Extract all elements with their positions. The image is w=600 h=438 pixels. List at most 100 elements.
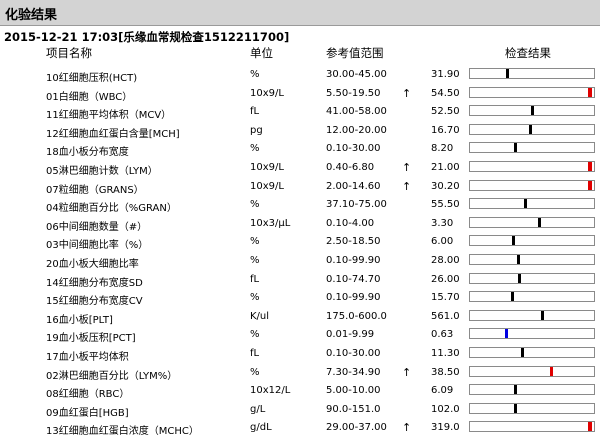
test-value: 11.30 [431, 347, 460, 359]
result-marker [529, 124, 532, 134]
result-marker [511, 292, 514, 302]
table-row[interactable]: 20血小板大细胞比率% 0.10-99.90 28.00 [0, 252, 600, 271]
test-unit: % [250, 199, 260, 211]
report-heading: 2015-12-21 17:03[乐缘血常规检查1512211700] [4, 30, 290, 44]
result-marker [512, 236, 515, 246]
table-row[interactable]: 09血红蛋白[HGB] g/L 90.0-151.0 102.0 [0, 401, 600, 420]
test-name: 18血小板分布宽度 [46, 147, 129, 159]
test-unit: % [250, 292, 260, 304]
result-gauge [469, 309, 595, 321]
result-marker [588, 422, 592, 432]
column-header-unit: 单位 [250, 46, 273, 60]
table-row[interactable]: 19血小板压积[PCT]% 0.01-9.99 0.63 [0, 326, 600, 345]
reference-range: 0.10-99.90 [326, 254, 381, 266]
test-value: 3.30 [431, 217, 454, 229]
result-marker [531, 106, 534, 116]
test-value: 52.50 [431, 106, 460, 118]
table-row[interactable]: 06中间细胞数量（#） 10x3/μL 0.10-4.00 3.30 [0, 215, 600, 234]
test-name: 05淋巴细胞计数（LYM） [46, 165, 158, 177]
table-row[interactable]: 12红细胞血红蛋白含量[MCH] pg 12.00-20.00 16.70 [0, 122, 600, 141]
high-flag-arrow: ↑ [402, 86, 412, 100]
test-value: 55.50 [431, 199, 460, 211]
result-gauge [469, 198, 595, 210]
reference-range: 0.10-4.00 [326, 217, 375, 229]
reference-range: 5.50-19.50 [326, 87, 381, 99]
results-table: 10红细胞压积(HCT)% 30.00-45.00 31.90 01白细胞（WBC） 1… [0, 66, 600, 438]
table-row[interactable]: 14红细胞分布宽度SD fL 0.10-74.70 26.00 [0, 271, 600, 290]
table-row[interactable]: 17血小板平均体积 fL 0.10-30.00 11.30 [0, 345, 600, 364]
test-name: 19血小板压积[PCT] [46, 333, 136, 345]
result-marker [524, 199, 527, 209]
reference-range: 30.00-45.00 [326, 69, 387, 80]
table-row[interactable]: 16血小板[PLT] K/ul 175.0-600.0 561.0 [0, 308, 600, 327]
test-name: 10红细胞压积(HCT) [46, 73, 138, 84]
test-unit: % [250, 254, 260, 266]
reference-range: 0.40-6.80 [326, 161, 375, 173]
result-gauge [469, 68, 595, 79]
column-header-ref: 参考值范围 [326, 46, 384, 60]
reference-range: 5.00-10.00 [326, 385, 381, 397]
reference-range: 12.00-20.00 [326, 124, 387, 136]
test-unit: pg [250, 124, 263, 136]
result-gauge [469, 86, 595, 98]
result-marker [541, 310, 544, 320]
table-row[interactable]: 07粒细胞（GRANS） 10x9/L 2.00-14.60 ↑ 30.20 [0, 178, 600, 197]
reference-range: 2.50-18.50 [326, 236, 381, 248]
table-row[interactable]: 08红细胞（RBC） 10x12/L 5.00-10.00 6.09 [0, 382, 600, 401]
test-value: 319.0 [431, 422, 460, 434]
result-marker [506, 69, 509, 78]
table-row[interactable]: 11红细胞平均体积（MCV） fL 41.00-58.00 52.50 [0, 103, 600, 122]
table-row[interactable]: 10红细胞压积(HCT)% 30.00-45.00 31.90 [0, 66, 600, 85]
table-row[interactable]: 02淋巴细胞百分比（LYM%）% 7.30-34.90 ↑ 38.50 [0, 364, 600, 383]
result-gauge [469, 365, 595, 377]
result-marker [514, 403, 517, 413]
result-gauge [469, 179, 595, 191]
test-value: 6.09 [431, 385, 454, 397]
result-gauge [469, 346, 595, 358]
test-value: 561.0 [431, 310, 460, 322]
reference-range: 0.10-74.70 [326, 273, 381, 285]
reference-range: 175.0-600.0 [326, 310, 387, 322]
reference-range: 0.10-30.00 [326, 347, 381, 359]
result-gauge [469, 142, 595, 154]
reference-range: 90.0-151.0 [326, 403, 381, 415]
test-name: 08红细胞（RBC） [46, 389, 130, 401]
result-gauge [469, 272, 595, 284]
high-flag-arrow: ↑ [402, 160, 412, 174]
table-row[interactable]: 04粒细胞百分比（%GRAN）% 37.10-75.00 55.50 [0, 196, 600, 215]
reference-range: 7.30-34.90 [326, 366, 381, 378]
test-unit: % [250, 366, 260, 378]
reference-range: 2.00-14.60 [326, 180, 381, 192]
result-marker [505, 329, 508, 339]
window-titlebar: 化验结果 [0, 0, 600, 26]
result-gauge [469, 384, 595, 396]
test-value: 30.20 [431, 180, 460, 192]
result-marker [521, 347, 524, 357]
table-row[interactable]: 05淋巴细胞计数（LYM） 10x9/L 0.40-6.80 ↑ 21.00 [0, 159, 600, 178]
test-name: 11红细胞平均体积（MCV） [46, 110, 172, 122]
result-gauge [469, 105, 595, 117]
test-unit: % [250, 143, 260, 155]
test-value: 6.00 [431, 236, 454, 248]
test-value: 0.63 [431, 329, 454, 341]
test-value: 15.70 [431, 292, 460, 304]
high-flag-arrow: ↑ [402, 421, 412, 435]
result-marker [538, 217, 541, 227]
test-value: 38.50 [431, 366, 460, 378]
table-row[interactable]: 15红细胞分布宽度CV% 0.10-99.90 15.70 [0, 289, 600, 308]
reference-range: 0.01-9.99 [326, 329, 375, 341]
table-row[interactable]: 01白细胞（WBC） 10x9/L 5.50-19.50 ↑ 54.50 [0, 85, 600, 104]
high-flag-arrow: ↑ [402, 365, 412, 379]
test-name: 02淋巴细胞百分比（LYM%） [46, 370, 178, 382]
table-row[interactable]: 13红细胞血红蛋白浓度（MCHC） g/dL 29.00-37.00 ↑ 319.0 [0, 419, 600, 438]
reference-range: 0.10-99.90 [326, 292, 381, 304]
test-unit: 10x12/L [250, 385, 291, 397]
test-value: 28.00 [431, 254, 460, 266]
table-row[interactable]: 03中间细胞比率（%）% 2.50-18.50 6.00 [0, 233, 600, 252]
reference-range: 37.10-75.00 [326, 199, 387, 211]
result-gauge [469, 160, 595, 172]
table-row[interactable]: 18血小板分布宽度% 0.10-30.00 8.20 [0, 140, 600, 159]
result-gauge [469, 253, 595, 265]
test-unit: % [250, 329, 260, 341]
test-name: 13红细胞血红蛋白浓度（MCHC） [46, 426, 199, 438]
